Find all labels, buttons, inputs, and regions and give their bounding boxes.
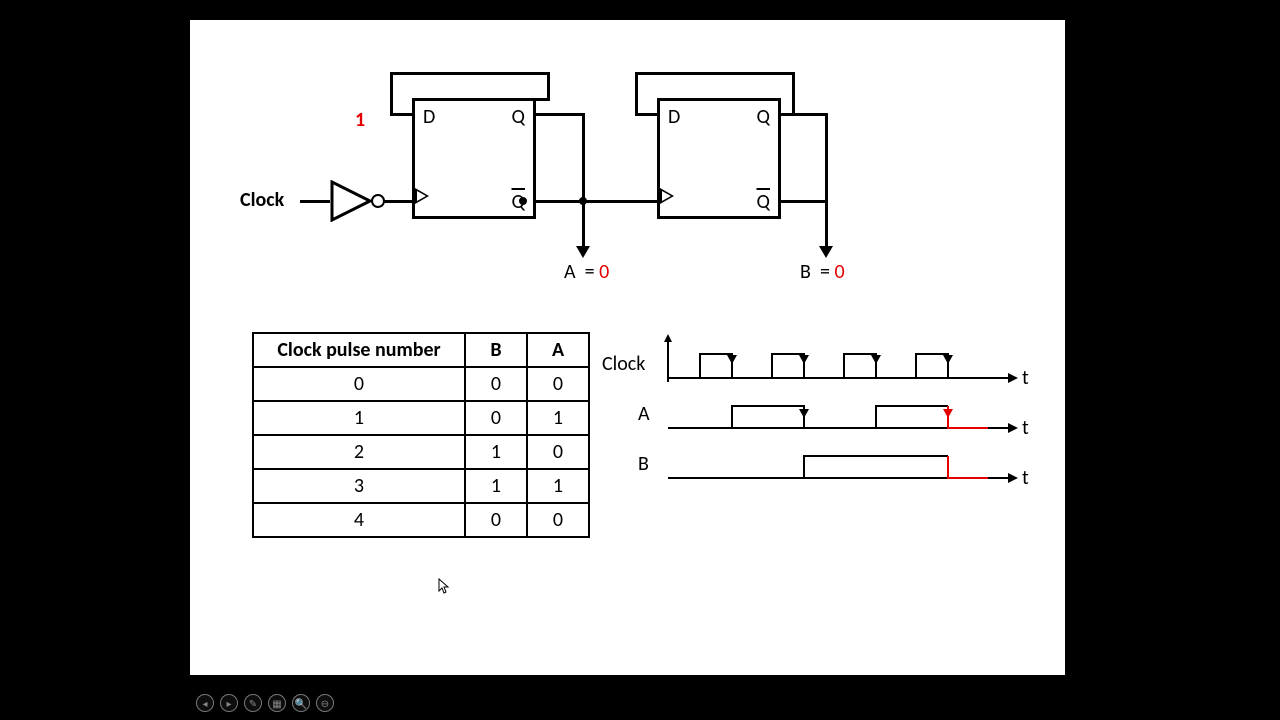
table-cell: 0 — [465, 367, 527, 401]
cursor-icon — [438, 578, 450, 596]
timing-diagram: Clock t A t B — [610, 330, 1030, 500]
wire — [792, 72, 795, 116]
table-cell: 0 — [465, 401, 527, 435]
output-b-label: B = 0 — [800, 260, 845, 284]
th-b: B — [465, 333, 527, 367]
table-cell: 1 — [527, 401, 589, 435]
presentation-controls: ◂ ▸ ✎ ▦ 🔍 ⊖ — [196, 694, 334, 712]
table-row: 311 — [253, 469, 589, 503]
ff-q-label: Q — [757, 105, 770, 129]
table-cell: 4 — [253, 503, 465, 537]
wire — [582, 200, 585, 248]
timing-a-label: A — [638, 402, 650, 426]
wire — [533, 98, 550, 101]
wire — [547, 72, 550, 101]
zoom-out-button[interactable]: ⊖ — [316, 694, 334, 712]
out-a-val: 0 — [599, 260, 609, 284]
wire — [640, 200, 657, 203]
table-row: 101 — [253, 401, 589, 435]
clock-edge-icon — [660, 188, 674, 204]
d-initial-value: 1 — [355, 108, 365, 132]
table-cell: 0 — [527, 435, 589, 469]
t-label: t — [1022, 416, 1029, 440]
not-bubble-icon — [371, 194, 385, 208]
wire-node — [519, 197, 527, 205]
wire — [533, 200, 643, 203]
wire — [825, 113, 828, 203]
wire — [635, 113, 657, 116]
table-row: 210 — [253, 435, 589, 469]
clock-waveform — [664, 330, 1024, 390]
ff-d-label: D — [668, 105, 680, 129]
out-b-name: B — [800, 260, 811, 284]
out-a-eq: = — [585, 260, 595, 284]
ff-d-label: D — [423, 105, 435, 129]
wire — [390, 72, 550, 75]
table-row: 000 — [253, 367, 589, 401]
zoom-button[interactable]: 🔍 — [292, 694, 310, 712]
table-cell: 2 — [253, 435, 465, 469]
table-cell: 1 — [527, 469, 589, 503]
next-slide-button[interactable]: ▸ — [220, 694, 238, 712]
prev-slide-button[interactable]: ◂ — [196, 694, 214, 712]
a-waveform — [664, 388, 1024, 438]
slide: Clock 1 D Q Q — [190, 20, 1065, 675]
wire — [635, 72, 795, 75]
ff-q-label: Q — [512, 105, 525, 129]
table-cell: 0 — [253, 367, 465, 401]
b-waveform — [664, 438, 1024, 488]
th-clockpulse: Clock pulse number — [253, 333, 465, 367]
timing-b-label: B — [638, 452, 649, 476]
timing-clock-label: Clock — [602, 352, 645, 376]
table-cell: 1 — [253, 401, 465, 435]
out-b-val: 0 — [834, 260, 844, 284]
flipflop-2: D Q Q — [657, 98, 781, 219]
wire — [300, 200, 330, 203]
flipflop-1: D Q Q — [412, 98, 536, 219]
table-cell: 0 — [527, 367, 589, 401]
clock-edge-icon — [415, 188, 429, 204]
ff-qbar-label: Q — [757, 190, 770, 214]
out-a-name: A — [564, 260, 576, 284]
output-a-label: A = 0 — [564, 260, 609, 284]
wire-node — [579, 197, 587, 205]
table-cell: 0 — [465, 503, 527, 537]
pen-button[interactable]: ✎ — [244, 694, 262, 712]
truth-table: Clock pulse number B A 000101210311400 — [252, 332, 590, 538]
wire — [778, 200, 828, 203]
wire — [390, 72, 393, 101]
t-label: t — [1022, 366, 1029, 390]
th-a: A — [527, 333, 589, 367]
table-cell: 1 — [465, 469, 527, 503]
table-row: 400 — [253, 503, 589, 537]
wire — [384, 200, 412, 203]
wire — [778, 113, 828, 116]
slides-grid-button[interactable]: ▦ — [268, 694, 286, 712]
wire — [825, 200, 828, 248]
wire — [635, 72, 638, 116]
clock-input-label: Clock — [240, 188, 284, 212]
table-cell: 0 — [527, 503, 589, 537]
table-cell: 3 — [253, 469, 465, 503]
table-cell: 1 — [465, 435, 527, 469]
wire — [390, 113, 412, 116]
t-label: t — [1022, 466, 1029, 490]
arrow-down-icon — [819, 246, 833, 258]
out-b-eq: = — [820, 260, 830, 284]
wire — [533, 113, 585, 116]
